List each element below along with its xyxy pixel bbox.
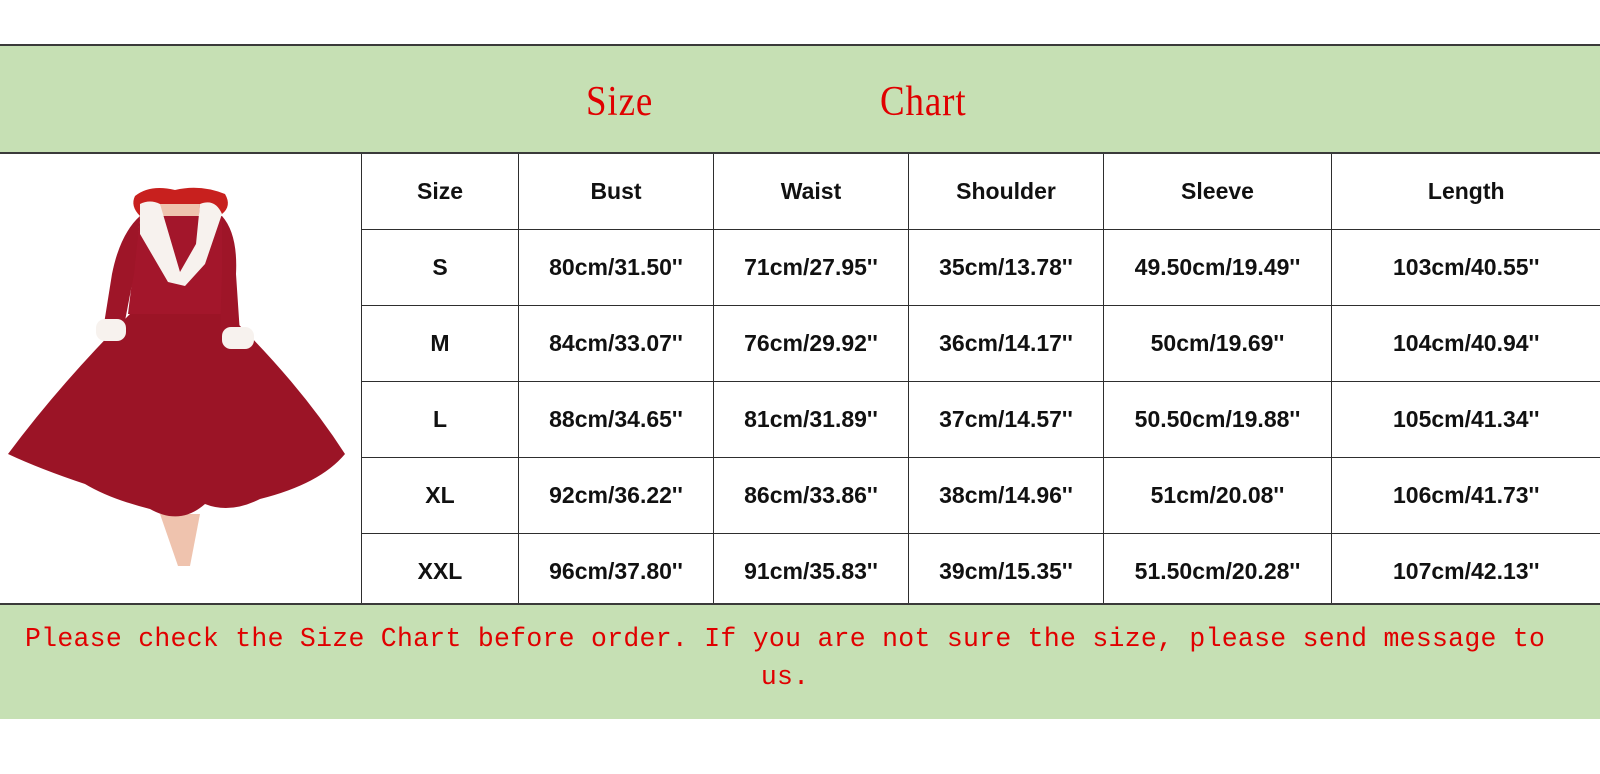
cell-size: XL <box>361 457 519 534</box>
cell-bust: 96cm/37.80'' <box>518 533 714 609</box>
cell-sleeve: 51.50cm/20.28'' <box>1103 533 1332 609</box>
cell-length: 106cm/41.73'' <box>1331 457 1600 534</box>
cell-size: XXL <box>361 533 519 609</box>
cell-waist: 76cm/29.92'' <box>713 305 909 382</box>
cell-bust: 92cm/36.22'' <box>518 457 714 534</box>
header-length: Length <box>1331 154 1600 230</box>
cell-waist: 81cm/31.89'' <box>713 381 909 458</box>
cell-size: L <box>361 381 519 458</box>
table-row: XXL 96cm/37.80'' 91cm/35.83'' 39cm/15.35… <box>361 533 1600 609</box>
header-bust: Bust <box>518 154 714 230</box>
title-word-chart: Chart <box>880 79 967 125</box>
cell-size: M <box>361 305 519 382</box>
cell-length: 107cm/42.13'' <box>1331 533 1600 609</box>
header-shoulder: Shoulder <box>908 154 1104 230</box>
note-band: Please check the Size Chart before order… <box>0 603 1600 719</box>
header-sleeve: Sleeve <box>1103 154 1332 230</box>
cell-sleeve: 51cm/20.08'' <box>1103 457 1332 534</box>
cell-sleeve: 50cm/19.69'' <box>1103 305 1332 382</box>
table-row: S 80cm/31.50'' 71cm/27.95'' 35cm/13.78''… <box>361 229 1600 306</box>
table-row: M 84cm/33.07'' 76cm/29.92'' 36cm/14.17''… <box>361 305 1600 382</box>
cell-shoulder: 37cm/14.57'' <box>908 381 1104 458</box>
cell-waist: 91cm/35.83'' <box>713 533 909 609</box>
size-chart-table: Size Bust Waist Shoulder Sleeve Length S… <box>361 154 1600 609</box>
cell-size: S <box>361 229 519 306</box>
table-row: L 88cm/34.65'' 81cm/31.89'' 37cm/14.57''… <box>361 381 1600 458</box>
title-band: Size Chart <box>0 44 1600 154</box>
table-header-row: Size Bust Waist Shoulder Sleeve Length <box>361 154 1600 230</box>
cell-sleeve: 49.50cm/19.49'' <box>1103 229 1332 306</box>
product-image <box>0 154 361 604</box>
size-note: Please check the Size Chart before order… <box>24 625 1546 693</box>
cell-length: 105cm/41.34'' <box>1331 381 1600 458</box>
cell-waist: 86cm/33.86'' <box>713 457 909 534</box>
dress-illustration <box>8 187 345 566</box>
cell-length: 103cm/40.55'' <box>1331 229 1600 306</box>
cell-shoulder: 35cm/13.78'' <box>908 229 1104 306</box>
cell-shoulder: 36cm/14.17'' <box>908 305 1104 382</box>
header-size: Size <box>361 154 519 230</box>
cell-bust: 88cm/34.65'' <box>518 381 714 458</box>
title-word-size: Size <box>586 79 654 125</box>
header-waist: Waist <box>713 154 909 230</box>
cell-shoulder: 38cm/14.96'' <box>908 457 1104 534</box>
cell-shoulder: 39cm/15.35'' <box>908 533 1104 609</box>
cell-bust: 84cm/33.07'' <box>518 305 714 382</box>
table-row: XL 92cm/36.22'' 86cm/33.86'' 38cm/14.96'… <box>361 457 1600 534</box>
cell-sleeve: 50.50cm/19.88'' <box>1103 381 1332 458</box>
cell-bust: 80cm/31.50'' <box>518 229 714 306</box>
cell-waist: 71cm/27.95'' <box>713 229 909 306</box>
cell-length: 104cm/40.94'' <box>1331 305 1600 382</box>
